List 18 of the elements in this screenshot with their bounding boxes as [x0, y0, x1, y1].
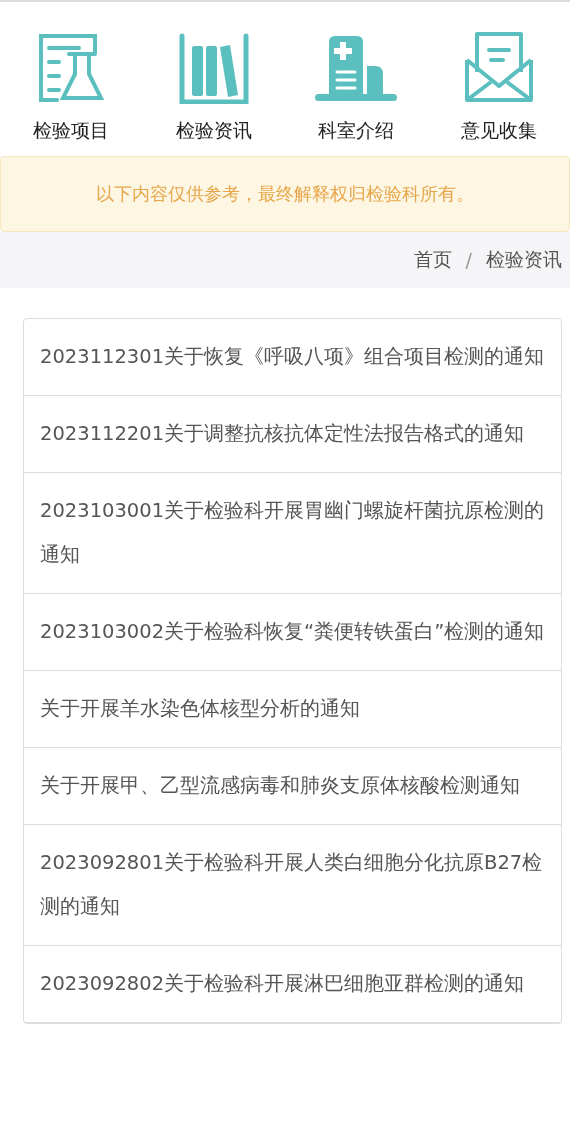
- news-item[interactable]: 2023112301关于恢复《呼吸八项》组合项目检测的通知: [24, 319, 561, 396]
- breadcrumb-link[interactable]: 检验资讯: [486, 247, 562, 273]
- news-item[interactable]: 2023103001关于检验科开展胃幽门螺旋杆菌抗原检测的通知: [24, 473, 561, 594]
- notice-text: 以下内容仅供参考，最终解释权归检验科所有。: [96, 182, 474, 206]
- news-item[interactable]: 2023092801关于检验科开展人类白细胞分化抗原B27检测的通知: [24, 825, 561, 946]
- nav-item[interactable]: 科室介绍: [291, 32, 422, 144]
- nav-item[interactable]: 检验项目: [6, 32, 137, 144]
- news-item[interactable]: 2023103002关于检验科恢复“粪便转铁蛋白”检测的通知: [24, 594, 561, 671]
- news-item[interactable]: 关于开展甲、乙型流感病毒和肺炎支原体核酸检测通知: [24, 748, 561, 825]
- news-item[interactable]: 2023092802关于检验科开展淋巴细胞亚群检测的通知: [24, 946, 561, 1023]
- envelope-icon: [462, 32, 535, 104]
- nav-item[interactable]: 检验资讯: [148, 32, 279, 144]
- breadcrumb-link[interactable]: 首页: [413, 247, 452, 273]
- bookshelf-icon: [177, 32, 250, 104]
- breadcrumb-separator: /: [465, 249, 472, 271]
- nav-item[interactable]: 意见收集: [433, 32, 564, 144]
- news-item[interactable]: 2023112201关于调整抗核抗体定性法报告格式的通知: [24, 396, 561, 473]
- news-item[interactable]: 关于开展羊水染色体核型分析的通知: [24, 671, 561, 748]
